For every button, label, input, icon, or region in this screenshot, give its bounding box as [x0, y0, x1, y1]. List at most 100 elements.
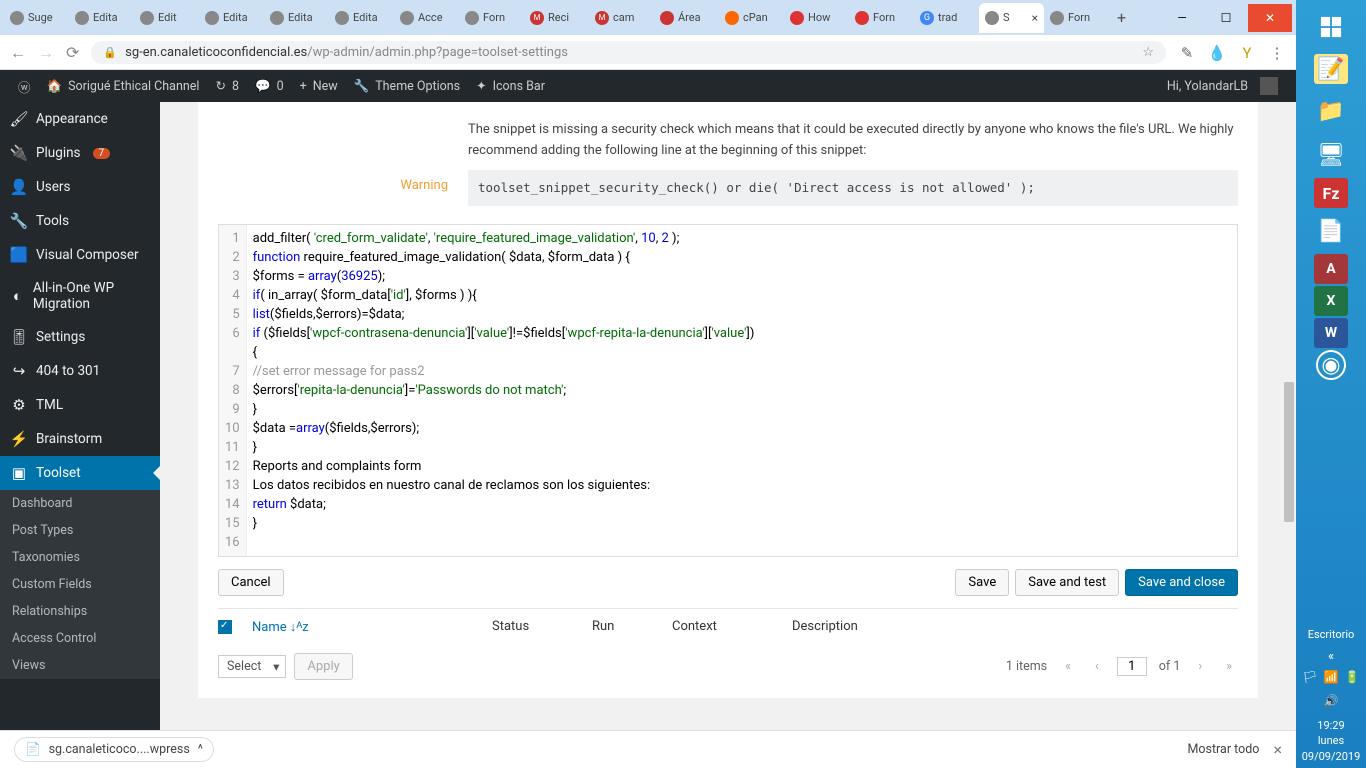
word-icon[interactable]: W	[1314, 318, 1348, 348]
system-tray[interactable]: 🏳 📶 🔋	[1302, 666, 1359, 688]
submenu-dashboard[interactable]: Dashboard	[0, 490, 160, 517]
chrome-icon[interactable]: ◉	[1316, 350, 1346, 380]
page-prev[interactable]: ‹	[1089, 659, 1105, 674]
page-last[interactable]: »	[1220, 659, 1238, 674]
browser-tab[interactable]: Edit	[134, 3, 199, 33]
browser-tab[interactable]: Acce	[394, 3, 459, 33]
menu-settings[interactable]: 🎚Settings	[0, 320, 160, 354]
submenu-access-control[interactable]: Access Control	[0, 625, 160, 652]
col-context[interactable]: Context	[672, 619, 792, 634]
code-editor[interactable]: 123456 78910111213141516 add_filter( 'cr…	[218, 224, 1238, 557]
browser-tab[interactable]: Edita	[329, 3, 394, 33]
close-download-bar[interactable]: ×	[1273, 740, 1282, 759]
page-input[interactable]	[1117, 657, 1147, 676]
battery-icon[interactable]: 🔋	[1345, 670, 1360, 684]
apply-button[interactable]: Apply	[294, 653, 352, 680]
menu-tools[interactable]: 🔧Tools	[0, 204, 160, 238]
browser-tab[interactable]: Gtrad	[914, 3, 979, 33]
menu-icon[interactable]: ⋮	[1268, 44, 1286, 62]
filezilla-icon[interactable]: Fz	[1314, 178, 1348, 208]
submenu-post-types[interactable]: Post Types	[0, 517, 160, 544]
wrench-icon: 🔧	[10, 212, 28, 230]
eyedropper-icon[interactable]: 💧	[1208, 44, 1226, 62]
page-first[interactable]: «	[1059, 659, 1077, 674]
clock[interactable]: 19:29 lunes 09/09/2019	[1302, 714, 1361, 768]
browser-tab-active[interactable]: S×	[979, 3, 1044, 33]
window-minimize[interactable]: —	[1160, 4, 1204, 32]
start-button[interactable]	[1310, 6, 1352, 48]
browser-tab[interactable]: Forn	[459, 3, 524, 33]
submenu-custom-fields[interactable]: Custom Fields	[0, 571, 160, 598]
close-icon[interactable]: ×	[1032, 11, 1038, 25]
updates-link[interactable]: ↻8	[207, 78, 247, 94]
new-link[interactable]: +New	[292, 79, 346, 94]
browser-tab[interactable]: MReci	[524, 3, 589, 33]
save-test-button[interactable]: Save and test	[1015, 569, 1119, 596]
menu-appearance[interactable]: 🖌Appearance	[0, 102, 160, 136]
user-greeting[interactable]: Hi, YolandarLB	[1159, 77, 1286, 95]
select-all-checkbox[interactable]	[218, 620, 232, 634]
show-all-downloads[interactable]: Mostrar todo	[1187, 742, 1259, 757]
browser-tab[interactable]: Área	[654, 3, 719, 33]
menu-plugins[interactable]: 🔌Plugins7	[0, 136, 160, 170]
icons-bar-link[interactable]: ✦Icons Bar	[468, 78, 553, 94]
comments-link[interactable]: 💬0	[247, 79, 292, 94]
edit-icon[interactable]: ✎	[1178, 44, 1196, 62]
col-description[interactable]: Description	[792, 619, 858, 634]
menu-users[interactable]: 👤Users	[0, 170, 160, 204]
browser-tab[interactable]: Mcam	[589, 3, 654, 33]
explorer-icon[interactable]: 📁	[1310, 90, 1352, 132]
flag-icon[interactable]: 🏳	[1302, 670, 1317, 684]
window-close[interactable]: ✕	[1248, 4, 1292, 32]
browser-tab[interactable]: Suge	[4, 3, 69, 33]
menu-visual-composer[interactable]: 🟦Visual Composer	[0, 238, 160, 272]
col-run[interactable]: Run	[592, 619, 672, 634]
browser-tab[interactable]: Forn	[1044, 3, 1109, 33]
code-body[interactable]: add_filter( 'cred_form_validate', 'requi…	[247, 225, 1237, 556]
bulk-select[interactable]: Select	[218, 655, 286, 678]
browser-tab[interactable]: Edita	[69, 3, 134, 33]
menu-brainstorm[interactable]: ⚡Brainstorm	[0, 422, 160, 456]
col-status[interactable]: Status	[492, 619, 592, 634]
network-icon[interactable]: 📶	[1324, 670, 1339, 684]
control-panel-icon[interactable]: 🖥	[1310, 134, 1352, 176]
update-icon: ↻	[215, 78, 225, 94]
access-icon[interactable]: A	[1314, 254, 1348, 284]
notepad-icon[interactable]: 📄	[1310, 210, 1352, 252]
reload-button[interactable]: ⟳	[66, 43, 79, 62]
excel-icon[interactable]: X	[1314, 286, 1348, 316]
forward-button[interactable]: →	[38, 43, 54, 63]
browser-tab[interactable]: Edita	[199, 3, 264, 33]
save-button[interactable]: Save	[955, 569, 1009, 596]
theme-options-link[interactable]: 🔧Theme Options	[346, 79, 468, 94]
browser-tab[interactable]: cPan	[719, 3, 784, 33]
site-link[interactable]: 🏠Sorigué Ethical Channel	[39, 79, 208, 94]
menu-404-301[interactable]: ↪404 to 301	[0, 354, 160, 388]
volume-icon[interactable]: 🔊	[1324, 694, 1339, 708]
download-file[interactable]: 📄 sg.canaleticoco....wpress ^	[14, 737, 214, 762]
col-name[interactable]: Name ↓ᴬᴢ	[252, 619, 492, 635]
browser-tab[interactable]: How	[784, 3, 849, 33]
new-tab-button[interactable]: +	[1109, 8, 1134, 27]
menu-toolset[interactable]: ▣Toolset	[0, 456, 160, 490]
submenu-relationships[interactable]: Relationships	[0, 598, 160, 625]
sticky-notes-icon[interactable]: 📝	[1314, 54, 1348, 84]
back-button[interactable]: ←	[10, 43, 26, 63]
yoast-icon[interactable]: Y	[1238, 44, 1256, 62]
browser-tab[interactable]: Forn	[849, 3, 914, 33]
desktop-label[interactable]: Escritorio	[1308, 623, 1355, 646]
menu-tml[interactable]: ⚙TML	[0, 388, 160, 422]
menu-aio-migration[interactable]: ◐All-in-One WP Migration	[0, 272, 160, 320]
cancel-button[interactable]: Cancel	[218, 569, 284, 596]
save-close-button[interactable]: Save and close	[1125, 569, 1238, 596]
star-icon[interactable]: ☆	[1142, 45, 1154, 60]
page-next[interactable]: ›	[1192, 659, 1208, 674]
chevron-up-icon[interactable]: ^	[198, 742, 203, 757]
url-input[interactable]: 🔒 sg-en.canaleticoconfidencial.es/wp-adm…	[91, 41, 1166, 64]
browser-tab[interactable]: Edita	[264, 3, 329, 33]
wp-logo[interactable]: ⓦ	[10, 77, 39, 96]
window-maximize[interactable]: ☐	[1204, 4, 1248, 32]
submenu-taxonomies[interactable]: Taxonomies	[0, 544, 160, 571]
scrollbar[interactable]	[1281, 102, 1296, 730]
submenu-views[interactable]: Views	[0, 652, 160, 679]
